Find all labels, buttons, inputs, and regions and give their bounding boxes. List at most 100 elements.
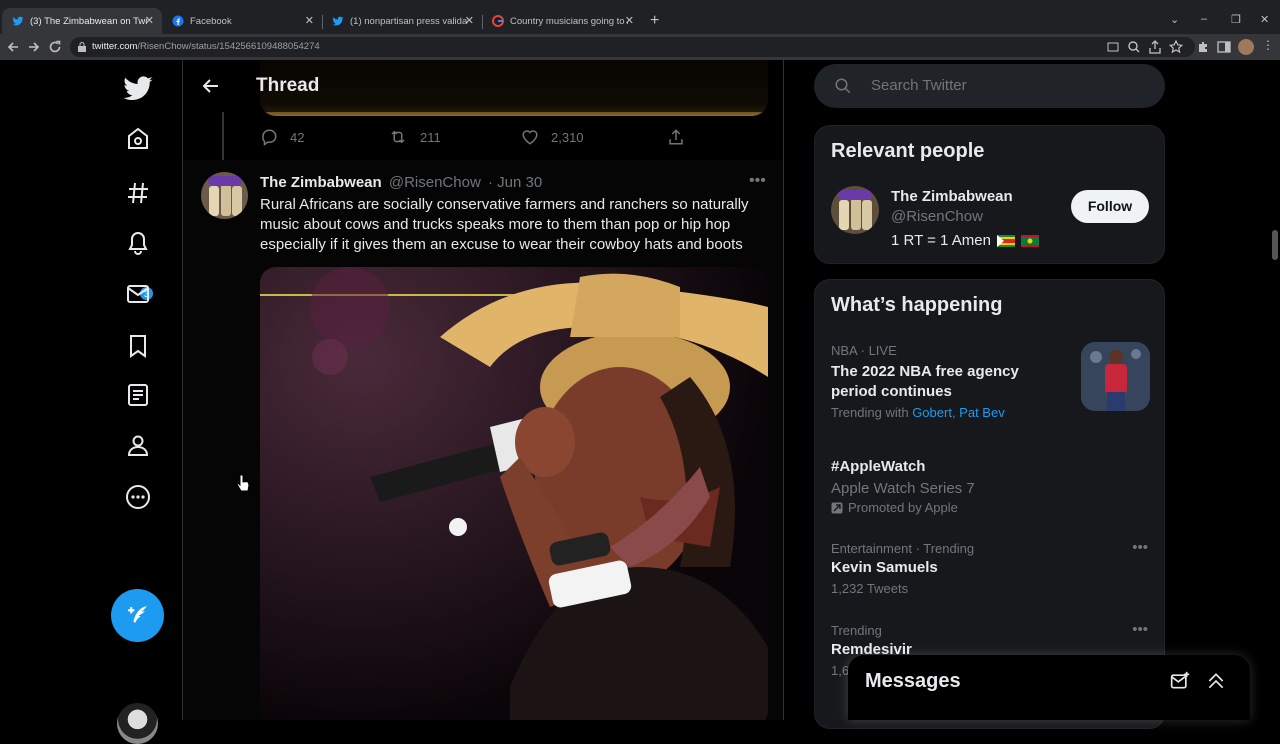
trend-link-pat-bev[interactable]: Pat Bev xyxy=(959,405,1005,420)
tweet-video[interactable] xyxy=(260,267,768,720)
install-app-icon[interactable] xyxy=(1105,39,1121,55)
tab-title: (3) The Zimbabwean on Twitter: xyxy=(30,15,148,27)
promoted-icon xyxy=(831,502,843,513)
previous-tweet-actions: 42 211 2,310 xyxy=(260,128,700,152)
trend-subline: Trending with Gobert, Pat Bev xyxy=(831,405,1005,420)
account-avatar[interactable] xyxy=(117,703,158,744)
like-count: 2,310 xyxy=(551,129,584,145)
google-favicon-icon xyxy=(492,15,504,27)
page-title: Thread xyxy=(256,75,320,96)
whats-happening-title: What’s happening xyxy=(831,294,1003,316)
trend-more-icon[interactable]: ••• xyxy=(1132,621,1148,638)
reload-icon[interactable] xyxy=(47,39,63,55)
author-handle[interactable]: @RisenChow xyxy=(389,174,481,191)
more-options-icon[interactable]: ••• xyxy=(749,172,766,190)
browser-tab[interactable]: Facebook ✕ xyxy=(162,8,322,34)
profile-avatar[interactable] xyxy=(1238,39,1254,55)
notifications-bell-icon[interactable] xyxy=(126,231,150,255)
trend-item[interactable]: NBA · LIVE The 2022 NBA free agency peri… xyxy=(831,343,1061,420)
tab-title: (1) nonpartisan press validator o xyxy=(350,15,468,27)
lock-icon xyxy=(78,42,86,52)
zimbabwe-flag-icon xyxy=(996,234,1015,247)
relevant-avatar[interactable] xyxy=(831,186,879,234)
like-button[interactable]: 2,310 xyxy=(521,128,584,146)
url-path: /RisenChow/status/1542566109488054274 xyxy=(137,41,320,52)
twitter-favicon-icon xyxy=(12,16,24,26)
trend-topic: The 2022 NBA free agency period continue… xyxy=(831,363,1019,400)
forward-arrow-icon[interactable] xyxy=(26,39,42,55)
back-arrow-icon[interactable] xyxy=(5,39,21,55)
share-icon xyxy=(669,129,683,145)
compose-tweet-button[interactable] xyxy=(111,589,164,642)
reply-button[interactable]: 42 xyxy=(260,128,304,146)
main-column: Thread 42 211 2,310 The Zimbabwean @Rise… xyxy=(182,60,784,720)
browser-tab[interactable]: (1) nonpartisan press validator o ✕ xyxy=(322,8,482,34)
tab-title: Facebook xyxy=(190,15,232,27)
browser-tab[interactable]: (3) The Zimbabwean on Twitter: ✕ xyxy=(2,8,162,34)
sidepanel-icon[interactable] xyxy=(1216,39,1232,55)
relevant-people-title: Relevant people xyxy=(831,140,985,162)
expand-chevrons-up-icon[interactable] xyxy=(1206,671,1226,691)
close-tab-icon[interactable]: ✕ xyxy=(145,14,154,27)
browser-menu-icon[interactable]: ⋮ xyxy=(1262,38,1274,52)
browser-tab[interactable]: Country musicians going to Afri ✕ xyxy=(482,8,642,34)
tweet[interactable]: The Zimbabwean @RisenChow · Jun 30 ••• R… xyxy=(183,160,783,720)
promoted-line: Promoted by Apple xyxy=(831,500,975,515)
share-icon[interactable] xyxy=(1147,39,1163,55)
address-bar[interactable]: twitter.com/RisenChow/status/15425661094… xyxy=(70,37,1195,57)
tab-search-icon[interactable]: ⌄ xyxy=(1170,13,1179,26)
relevant-name[interactable]: The Zimbabwean xyxy=(891,188,1013,205)
close-window-icon[interactable]: ✕ xyxy=(1260,13,1269,26)
home-icon[interactable] xyxy=(126,127,150,151)
trend-item[interactable]: Entertainment · Trending Kevin Samuels 1… xyxy=(831,541,974,596)
close-tab-icon[interactable]: ✕ xyxy=(465,14,474,27)
extensions-icon[interactable] xyxy=(1195,39,1211,55)
tweet-date[interactable]: · Jun 30 xyxy=(488,174,542,191)
search-placeholder: Search Twitter xyxy=(871,77,967,94)
zoom-icon[interactable] xyxy=(1126,39,1142,55)
lists-icon[interactable] xyxy=(126,383,150,407)
trend-meta: Entertainment · Trending xyxy=(831,541,975,556)
more-circle-icon[interactable] xyxy=(125,484,151,510)
scrollbar-thumb[interactable] xyxy=(1272,230,1278,260)
messages-envelope-icon[interactable] xyxy=(126,282,150,306)
trend-item[interactable]: #AppleWatch Apple Watch Series 7 Promote… xyxy=(831,453,975,515)
close-tab-icon[interactable]: ✕ xyxy=(305,14,314,27)
trending-with-label: Trending with xyxy=(831,405,909,420)
back-arrow-icon[interactable] xyxy=(201,76,221,96)
relevant-handle[interactable]: @RisenChow xyxy=(891,208,983,225)
right-column: Search Twitter Relevant people The Zimba… xyxy=(784,60,1280,729)
trend-more-icon[interactable]: ••• xyxy=(1132,539,1148,556)
star-icon[interactable] xyxy=(1168,39,1184,55)
new-tab-icon[interactable]: + xyxy=(650,13,659,29)
twitter-logo-icon[interactable] xyxy=(122,72,154,104)
bookmark-icon[interactable] xyxy=(126,334,150,358)
restore-icon[interactable]: ❐ xyxy=(1231,13,1241,26)
trend-meta: Trending xyxy=(831,623,882,638)
search-input[interactable]: Search Twitter xyxy=(814,64,1165,108)
messages-drawer[interactable]: Messages xyxy=(848,655,1250,720)
relevant-bio: 1 RT = 1 Amen xyxy=(891,232,1039,249)
feather-plus-icon xyxy=(128,606,147,623)
share-button[interactable] xyxy=(667,128,697,146)
follow-button[interactable]: Follow xyxy=(1071,190,1149,223)
profile-person-icon[interactable] xyxy=(126,433,150,457)
page-scrollbar[interactable] xyxy=(1270,60,1280,720)
search-icon xyxy=(835,78,851,94)
author-avatar[interactable] xyxy=(201,172,248,219)
trend-topic: #AppleWatch xyxy=(831,458,926,475)
retweet-button[interactable]: 211 xyxy=(388,128,441,146)
author-name[interactable]: The Zimbabwean xyxy=(260,174,382,191)
minimize-icon[interactable]: – xyxy=(1201,13,1207,25)
new-message-icon[interactable] xyxy=(1170,671,1190,691)
facebook-favicon-icon xyxy=(172,15,184,27)
relevant-people-card: Relevant people The Zimbabwean @RisenCho… xyxy=(814,125,1165,264)
trend-subline: Apple Watch Series 7 xyxy=(831,480,975,497)
messages-title: Messages xyxy=(865,670,961,692)
close-tab-icon[interactable]: ✕ xyxy=(625,14,634,27)
explore-hashtag-icon[interactable] xyxy=(126,181,150,205)
twitter-favicon-icon xyxy=(332,16,344,26)
trend-link-gobert[interactable]: Gobert xyxy=(912,405,952,420)
nba-trend-image xyxy=(1081,342,1150,411)
basketball-player-image xyxy=(1081,342,1150,411)
